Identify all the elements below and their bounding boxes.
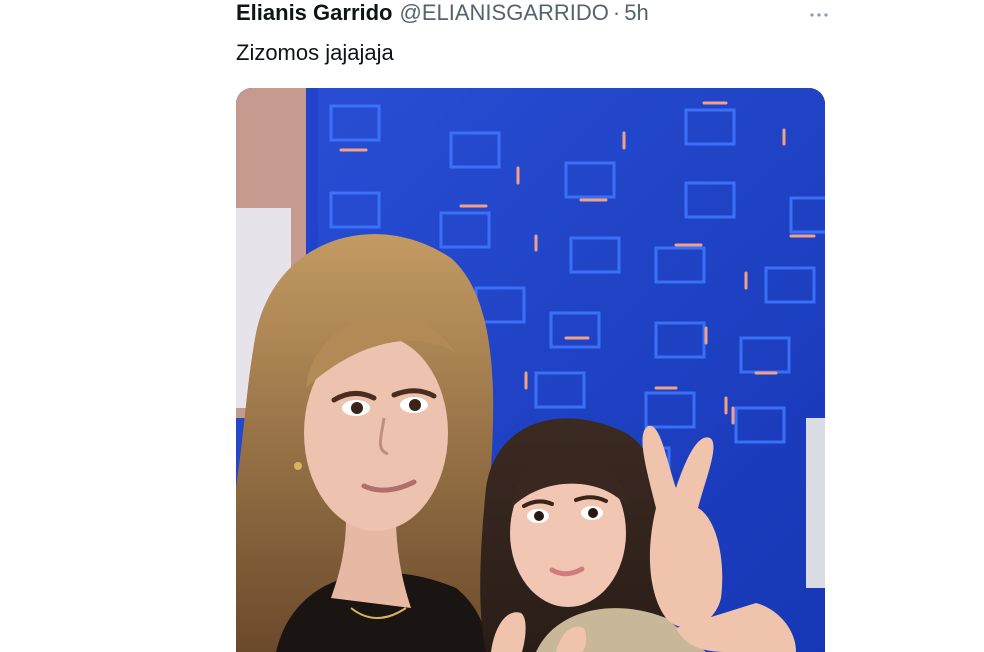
author-name[interactable]: Elianis Garrido	[236, 0, 393, 26]
timestamp[interactable]: 5h	[624, 0, 648, 26]
tweet-text: Zizomos jajajaja	[236, 40, 394, 65]
photo-illustration	[236, 88, 825, 652]
author-handle[interactable]: @ELIANISGARRIDO	[400, 0, 609, 26]
tweet-photo[interactable]	[236, 88, 825, 652]
more-horizontal-icon[interactable]	[808, 8, 830, 22]
tweet-header: Elianis Garrido @ELIANISGARRIDO · 5h	[236, 0, 836, 30]
separator-dot: ·	[612, 0, 621, 25]
